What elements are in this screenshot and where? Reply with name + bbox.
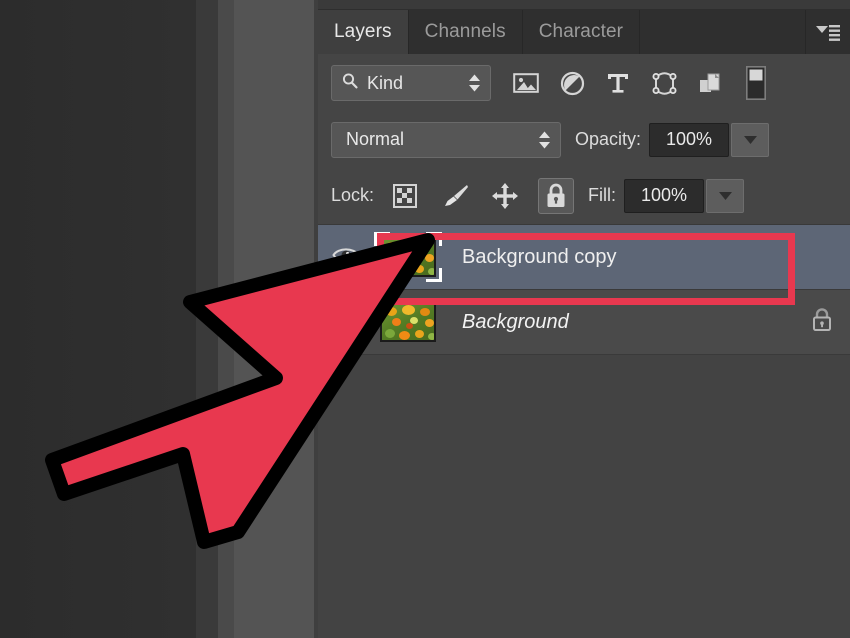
fill-label: Fill: xyxy=(588,185,617,205)
panel-menu-icon[interactable] xyxy=(806,10,850,54)
opacity-value: 100% xyxy=(666,129,713,149)
layer-name-background-copy[interactable]: Background copy xyxy=(462,246,794,269)
search-icon xyxy=(341,72,359,95)
fill-input[interactable]: 100% xyxy=(624,178,705,213)
pixel-layer-filter-icon[interactable] xyxy=(513,70,539,96)
blend-mode-stepper-icon[interactable] xyxy=(538,131,551,148)
blend-mode-row: Normal Opacity: 100% xyxy=(318,112,850,167)
opacity-dropdown-button[interactable] xyxy=(731,122,770,157)
lock-label: Lock: xyxy=(331,185,375,205)
panel-top-strip xyxy=(318,0,850,10)
lock-row: Lock: Fill: 100% xyxy=(318,167,850,225)
layer-lock-indicator[interactable] xyxy=(794,307,850,338)
adjustment-layer-filter-icon[interactable] xyxy=(559,70,585,96)
lock-position-move-icon[interactable] xyxy=(488,179,522,213)
layer-name-background[interactable]: Background xyxy=(462,311,794,334)
tab-layers-label: Layers xyxy=(334,21,392,42)
smart-object-filter-icon[interactable] xyxy=(697,70,723,96)
panel-tab-bar: Layers Channels Character xyxy=(318,10,850,54)
filter-toggle-switch[interactable] xyxy=(743,66,769,100)
tab-channels[interactable]: Channels xyxy=(408,10,523,54)
tab-character[interactable]: Character xyxy=(522,10,641,54)
shape-layer-filter-icon[interactable] xyxy=(651,70,677,96)
fill-value: 100% xyxy=(641,185,688,205)
filter-type-icons xyxy=(513,70,723,96)
lock-image-pixels-brush-icon[interactable] xyxy=(438,179,472,213)
tab-channels-label: Channels xyxy=(424,21,506,42)
blend-mode-value: Normal xyxy=(346,129,405,149)
photoshop-screenshot: Layers Channels Character Kind Normal Op… xyxy=(0,0,850,638)
opacity-label: Opacity: xyxy=(575,129,642,149)
lock-all-padlock-icon[interactable] xyxy=(538,177,575,214)
opacity-input[interactable]: 100% xyxy=(649,122,730,157)
blend-mode-select[interactable]: Normal xyxy=(331,121,561,158)
stepper-arrows-icon[interactable] xyxy=(468,74,481,92)
chevron-down-icon xyxy=(743,131,757,149)
lock-transparent-pixels-icon[interactable] xyxy=(388,179,422,213)
layer-filter-row: Kind xyxy=(318,54,850,112)
tab-character-label: Character xyxy=(538,21,624,42)
tab-layers[interactable]: Layers xyxy=(318,10,409,54)
lock-buttons xyxy=(388,177,575,214)
chevron-down-icon xyxy=(718,187,732,205)
red-pointer-arrow xyxy=(28,232,468,552)
fill-dropdown-button[interactable] xyxy=(706,178,745,213)
filter-kind-value: Kind xyxy=(367,72,404,93)
filter-kind-select[interactable]: Kind xyxy=(331,65,491,101)
tab-bar-spacer xyxy=(640,10,806,54)
type-layer-filter-icon[interactable] xyxy=(605,70,631,96)
layer-lock-padlock-icon xyxy=(811,307,833,338)
